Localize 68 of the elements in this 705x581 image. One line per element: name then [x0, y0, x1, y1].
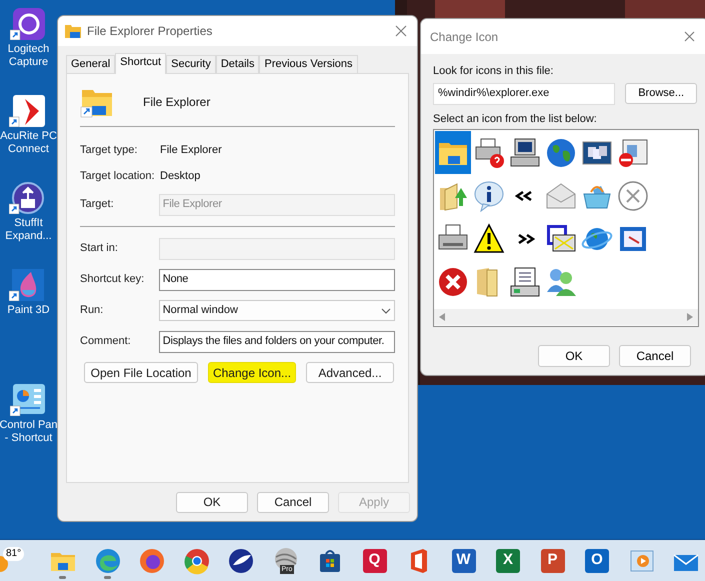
- warning-icon: [473, 222, 505, 254]
- window-title: File Explorer Properties: [87, 23, 214, 40]
- browser-swirl-icon[interactable]: [94, 546, 122, 574]
- action-button[interactable]: Change Icon...: [208, 362, 296, 383]
- app-tile-icon[interactable]: P: [540, 548, 564, 572]
- file-path-field[interactable]: %windir%\explorer.exe: [433, 82, 616, 104]
- info-icon: [473, 180, 505, 212]
- app-tile-icon[interactable]: Q: [362, 548, 386, 572]
- blocked-window-icon: [617, 136, 649, 168]
- error-icon: [437, 266, 469, 298]
- folder-icon: [64, 23, 82, 39]
- action-button[interactable]: Advanced...: [306, 362, 394, 383]
- desktop-icon-label[interactable]: Control Pan - Shortcut: [0, 419, 58, 463]
- desktop-icon-label[interactable]: AcuRite PC Connect: [0, 130, 57, 174]
- tab[interactable]: Previous Versions: [259, 55, 358, 73]
- control-panel-icon: [10, 384, 48, 416]
- bird-globe-icon[interactable]: [227, 546, 255, 574]
- app-tile-icon[interactable]: W: [452, 548, 476, 572]
- dialog-button[interactable]: OK: [176, 492, 248, 512]
- desktop-icon-label[interactable]: StuffIt Expand...: [5, 217, 52, 261]
- checkered-document-icon: [545, 222, 577, 254]
- shortcut-name: File Explorer: [143, 94, 210, 111]
- app-tile-icon[interactable]: X: [496, 548, 520, 572]
- scroll-right-icon[interactable]: [687, 313, 693, 321]
- arrow-app-icon: [9, 95, 48, 127]
- info-value: File Explorer: [160, 142, 222, 158]
- info-label: Target type:: [80, 142, 138, 158]
- dialog-button[interactable]: Cancel: [257, 492, 329, 512]
- window-title: Change Icon: [430, 28, 500, 46]
- browser-circle-icon[interactable]: [182, 546, 210, 574]
- dialog-button[interactable]: Cancel: [619, 345, 691, 367]
- desktop-icon-label[interactable]: Logitech Capture: [8, 43, 50, 87]
- field-label: Select an icon from the list below:: [433, 112, 598, 126]
- running-indicator: [104, 576, 110, 578]
- horizontal-scrollbar[interactable]: [434, 309, 698, 325]
- field-label: Run:: [80, 303, 104, 318]
- computer-icon: [509, 136, 541, 168]
- scroll-left-icon[interactable]: [439, 313, 445, 321]
- field-label: Look for icons in this file:: [433, 64, 554, 79]
- field-label: Start in:: [80, 241, 119, 256]
- sun-icon: [0, 556, 10, 572]
- action-button[interactable]: Open File Location: [84, 362, 198, 383]
- desktop-icon-label[interactable]: Paint 3D: [7, 304, 50, 348]
- printer-icon: [473, 136, 505, 168]
- chevron-down-icon: [381, 308, 391, 314]
- tab[interactable]: Details: [216, 55, 260, 73]
- text-field[interactable]: Displays the files and folders on your computer.: [158, 330, 395, 352]
- running-indicator: [59, 576, 66, 578]
- close-icon[interactable]: [684, 31, 695, 42]
- field-label: Shortcut key:: [80, 272, 146, 288]
- text-field[interactable]: None: [158, 268, 395, 290]
- globe-icon: [545, 136, 577, 168]
- field-label: Target:: [80, 197, 115, 212]
- server-icon: [509, 266, 541, 298]
- tab[interactable]: General: [66, 55, 116, 73]
- app-tile-icon[interactable]: O: [585, 548, 609, 572]
- close-icon[interactable]: [395, 25, 407, 37]
- info-value: Desktop: [160, 168, 200, 184]
- browse-button[interactable]: Browse...: [625, 83, 697, 104]
- capture-app-icon: [10, 8, 48, 40]
- tab[interactable]: Security: [166, 55, 216, 73]
- field-label: Comment:: [80, 334, 132, 350]
- tab[interactable]: Shortcut: [115, 53, 166, 74]
- info-label: Target location:: [80, 168, 156, 184]
- dialog-button[interactable]: OK: [538, 345, 610, 367]
- temperature-badge[interactable]: 81°: [3, 546, 24, 560]
- dropdown-field[interactable]: Normal window: [158, 300, 395, 321]
- close-circle-icon: [617, 180, 649, 212]
